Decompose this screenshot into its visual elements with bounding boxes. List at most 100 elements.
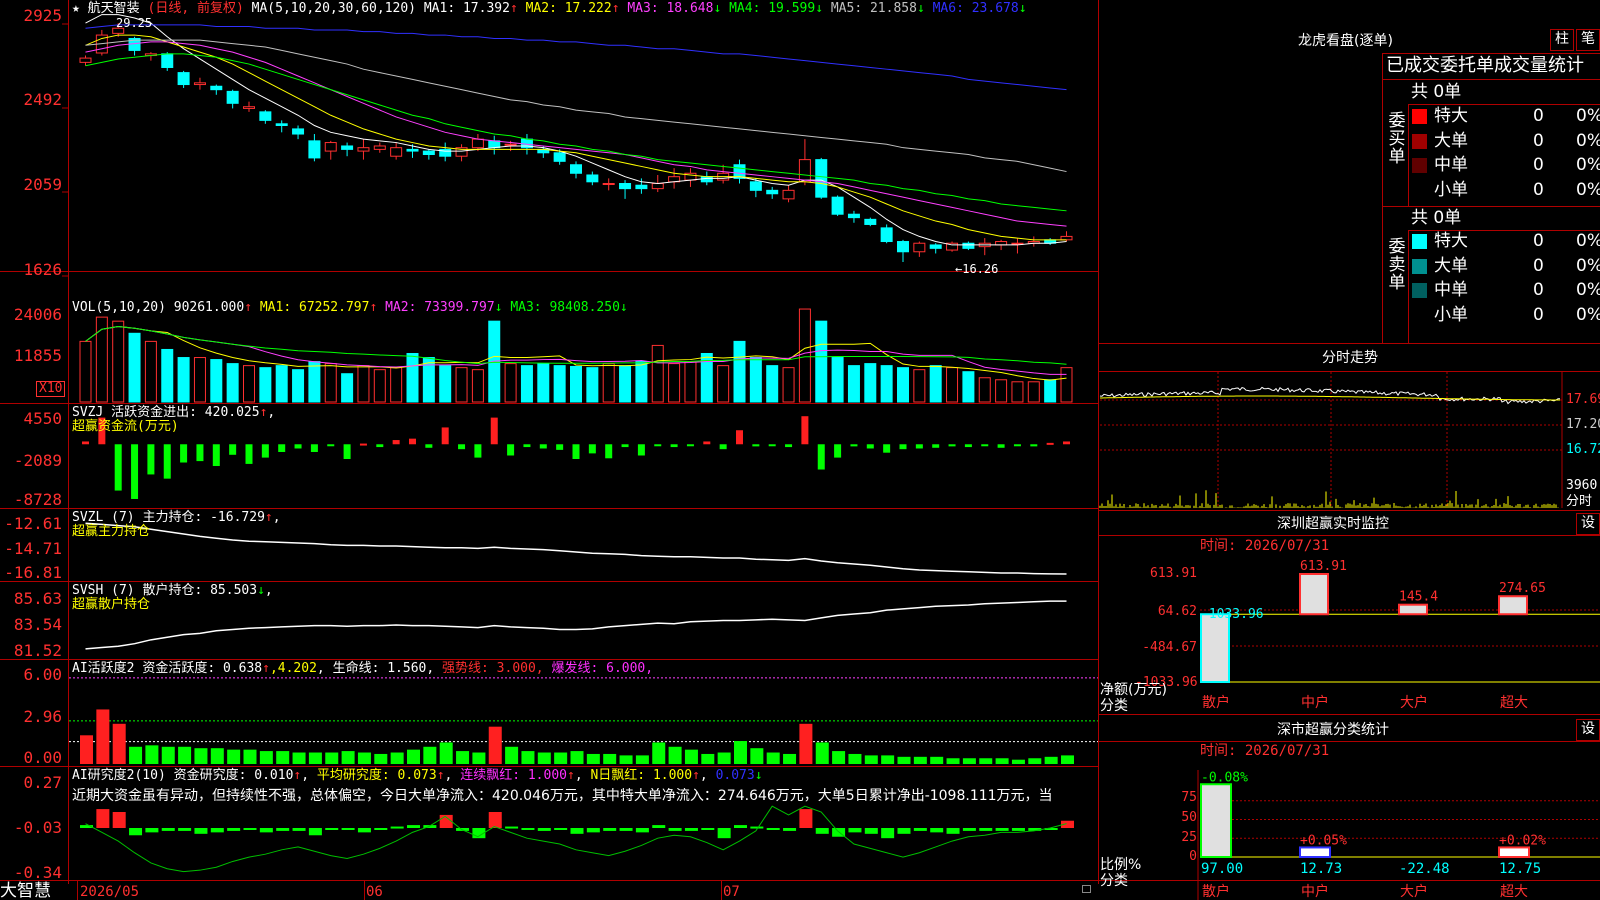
candle-body xyxy=(766,189,779,195)
buy-row-percent: 0% xyxy=(1576,130,1600,151)
volume-bar xyxy=(210,359,223,403)
activity-bar xyxy=(521,751,535,764)
activity-bar xyxy=(145,745,159,764)
research-bar xyxy=(848,828,862,833)
candle-body xyxy=(831,196,844,215)
activity-bar xyxy=(799,723,813,764)
activity-bar xyxy=(815,742,829,764)
ai2-y-label: -0.03 xyxy=(13,818,62,837)
monitor-bar xyxy=(1398,603,1428,616)
fund-flow-bar xyxy=(588,444,596,454)
research-bar xyxy=(554,828,568,830)
volume-bar xyxy=(570,365,582,403)
activity-bar xyxy=(864,755,878,764)
monitor-axis-category: 分类 xyxy=(1100,698,1128,714)
stats-settings-button[interactable]: 设 xyxy=(1576,719,1600,741)
monitor-y-label: -484.67 xyxy=(1142,640,1197,655)
vol-unit-badge[interactable]: X10 xyxy=(36,381,66,397)
fund-flow-bar xyxy=(1046,442,1054,445)
volume-bar xyxy=(128,332,141,403)
buy-row-percent: 0% xyxy=(1576,179,1600,200)
volume-bar xyxy=(929,365,942,403)
candle-body xyxy=(1060,235,1073,241)
intraday-price-line xyxy=(1099,386,1561,405)
activity-bar xyxy=(292,752,306,764)
volume-bar xyxy=(292,369,305,403)
fund-flow-bar xyxy=(572,444,580,459)
fund-flow-bar xyxy=(719,444,727,450)
research-bar xyxy=(799,809,813,828)
volume-bar xyxy=(847,365,860,403)
activity-bar xyxy=(832,751,846,764)
activity-bar xyxy=(227,749,241,764)
research-bar xyxy=(652,825,666,828)
intraday-y-label: 17.69 xyxy=(1566,392,1600,407)
buy-row-label: 小单 xyxy=(1434,179,1468,200)
research-bar xyxy=(96,809,110,828)
activity-bar xyxy=(456,751,470,764)
activity-bar xyxy=(537,752,551,764)
candle-body xyxy=(995,241,1008,246)
intraday-y-label: 16.72 xyxy=(1566,442,1600,457)
lock-icon[interactable] xyxy=(1082,885,1091,893)
intraday-vol-unit: 分时 xyxy=(1566,494,1593,509)
fund-flow-bar xyxy=(964,444,972,448)
monitor-settings-button[interactable]: 设 xyxy=(1576,513,1600,535)
svzl-subtitle: 超赢主力持仓 xyxy=(72,524,151,539)
fund-flow-bar xyxy=(229,444,237,455)
research-bar xyxy=(979,828,993,831)
fund-flow-bar xyxy=(507,444,515,456)
monitor-category: 超大 xyxy=(1500,695,1528,711)
buy-row-swatch xyxy=(1412,158,1427,173)
research-bar xyxy=(586,828,600,833)
ai1-arrow: ↑ xyxy=(262,661,270,676)
candle-body xyxy=(553,152,566,162)
candle-body xyxy=(929,244,942,249)
research-bar xyxy=(390,826,404,829)
research-bar xyxy=(194,828,208,834)
volume-bar xyxy=(308,361,321,403)
research-bar xyxy=(374,828,388,830)
volume-bar xyxy=(324,363,337,403)
ai2-y-label: -0.34 xyxy=(13,863,62,882)
monitor-bar-label: 274.65 xyxy=(1499,581,1546,596)
svzl-header: SVZL (7) 主力持仓: -16.729↑, xyxy=(72,510,281,525)
fund-flow-bar xyxy=(458,444,466,450)
candle-body xyxy=(226,90,239,104)
fund-flow-bar xyxy=(474,444,482,458)
activity-bar xyxy=(979,758,993,764)
tick-mode-button[interactable]: 笔 xyxy=(1576,29,1600,51)
volume-bar xyxy=(946,367,959,403)
fund-flow-bar xyxy=(523,444,531,448)
vol-ma-legend-2: MA2: 73399.797 xyxy=(377,300,495,315)
sell-row-label: 中单 xyxy=(1434,280,1468,300)
fund-flow-bar xyxy=(948,444,956,447)
volume-bar xyxy=(733,340,746,403)
ai2-y-label: 0.27 xyxy=(23,773,62,792)
candle-body xyxy=(243,106,255,109)
activity-bar xyxy=(505,746,519,764)
intraday-title: 分时走势 xyxy=(1322,350,1378,366)
research-bar xyxy=(505,826,519,829)
bar-mode-button[interactable]: 柱 xyxy=(1550,29,1574,51)
activity-bar xyxy=(586,753,600,764)
ai1-y-label: 2.96 xyxy=(23,707,62,726)
volume-bar xyxy=(177,357,190,403)
volume-bar xyxy=(243,365,255,403)
price-chart[interactable]: -1033.96 散户 613.91 中户 145.4 大户 274.65 超大 -0.08% 9… xyxy=(0,0,1600,900)
candle-body xyxy=(782,189,795,200)
sell-row-percent: 0% xyxy=(1576,304,1600,325)
research-bar xyxy=(1011,828,1025,831)
candle-body xyxy=(79,57,92,63)
stats-bar-value: 12.73 xyxy=(1300,861,1342,877)
ai1-strongline: 强势线: 3.000, xyxy=(442,661,544,676)
research-bar xyxy=(259,828,273,833)
activity-bar xyxy=(962,758,976,764)
volume-bar xyxy=(193,357,206,403)
fund-flow-bar xyxy=(409,438,416,445)
activity-bar xyxy=(96,709,110,764)
vol-ma-legend-3: MA3: 98408.250 xyxy=(502,300,620,315)
ma2-line xyxy=(85,34,1067,241)
ai1-y-label: 6.00 xyxy=(23,665,62,684)
stats-time: 时间: 2026/07/31 xyxy=(1200,743,1330,759)
